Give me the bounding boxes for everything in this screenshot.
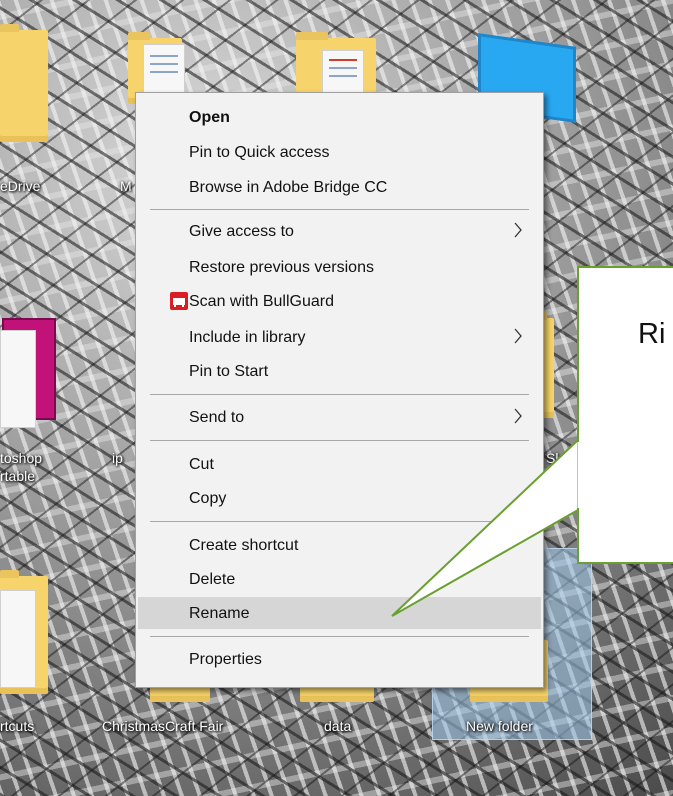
callout-text: Ri (638, 318, 666, 350)
callout-pointer (391, 437, 581, 617)
